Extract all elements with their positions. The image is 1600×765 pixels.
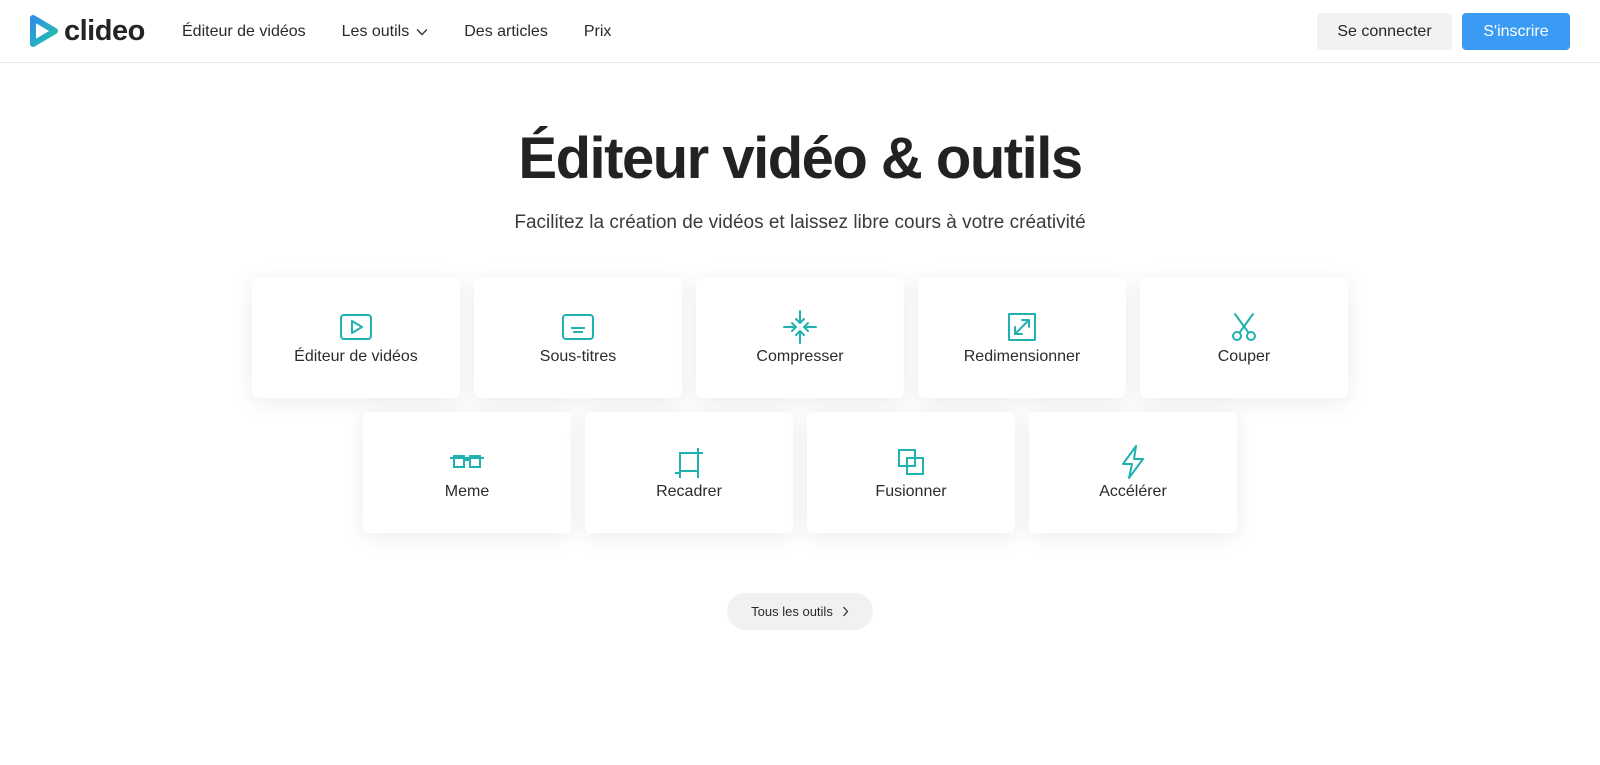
tool-card-label: Meme [444,482,490,500]
signup-button[interactable]: S'inscrire [1462,13,1570,50]
play-screen-icon [339,310,373,344]
tools-row: Éditeur de vidéos Sous-titres Compresser… [252,277,1348,398]
tool-card-resize[interactable]: Redimensionner [918,277,1126,398]
main-nav: Éditeur de vidéos Les outils Des article… [182,0,611,63]
scissors-icon [1227,310,1261,344]
all-tools-button[interactable]: Tous les outils [727,593,873,630]
subtitles-icon [561,310,595,344]
tools-grid: Éditeur de vidéos Sous-titres Compresser… [252,277,1348,533]
tool-card-label: Accélérer [1099,482,1167,500]
tool-card-crop[interactable]: Recadrer [585,412,793,533]
clideo-logo[interactable]: clideo [29,15,145,47]
logo-text: clideo [64,15,145,47]
compress-icon [783,309,817,344]
tools-row: Meme Recadrer Fusionner Accélérer [252,412,1348,533]
merge-icon [894,445,928,479]
lightning-icon [1116,444,1150,479]
tool-card-speed[interactable]: Accélérer [1029,412,1237,533]
tool-card-label: Compresser [756,347,844,365]
tool-card-video-editor[interactable]: Éditeur de vidéos [252,277,460,398]
tool-card-cut[interactable]: Couper [1140,277,1348,398]
chevron-right-icon [842,606,849,617]
tool-card-compress[interactable]: Compresser [696,277,904,398]
all-tools-label: Tous les outils [751,604,833,619]
tool-card-label: Fusionner [875,482,947,500]
tool-card-label: Éditeur de vidéos [294,347,418,365]
tool-card-label: Redimensionner [963,347,1081,365]
nav-item-video-editor[interactable]: Éditeur de vidéos [182,23,306,41]
chevron-down-icon [416,28,428,35]
crop-icon [672,445,706,479]
page-subtitle: Facilitez la création de vidéos et laiss… [514,212,1086,233]
nav-item-pricing[interactable]: Prix [584,23,612,41]
nav-item-articles[interactable]: Des articles [464,23,548,41]
tool-card-meme[interactable]: Meme [363,412,571,533]
site-header: clideo Éditeur de vidéos Les outils Des … [0,0,1600,63]
tool-card-merge[interactable]: Fusionner [807,412,1015,533]
tool-card-subtitles[interactable]: Sous-titres [474,277,682,398]
nav-item-tools[interactable]: Les outils [342,23,429,41]
tool-card-label: Sous-titres [539,347,617,365]
tool-card-label: Recadrer [656,482,722,500]
login-button[interactable]: Se connecter [1317,13,1452,50]
clideo-logo-icon [30,15,58,47]
meme-glasses-icon [450,445,484,479]
resize-icon [1005,310,1039,344]
page-title: Éditeur vidéo & outils [518,126,1083,191]
nav-item-tools-label: Les outils [341,22,410,40]
tool-card-label: Couper [1217,347,1271,365]
